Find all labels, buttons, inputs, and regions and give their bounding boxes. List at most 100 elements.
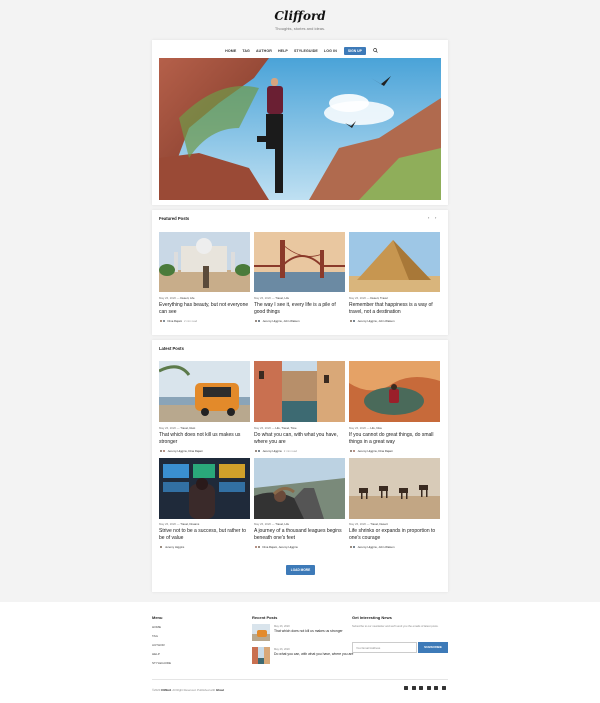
author-name[interactable]: Jeremy Higgins, John Watson	[358, 545, 395, 549]
footer-menu-author[interactable]: AUTHOR	[152, 643, 165, 647]
featured-title: Featured Posts	[159, 216, 190, 221]
latest-post-4-image[interactable]	[159, 458, 250, 519]
post-category[interactable]: Travel, Life	[275, 522, 289, 526]
copyright-ghost-link[interactable]: Ghost	[216, 688, 224, 692]
load-more-button[interactable]: LOAD MORE	[286, 565, 315, 575]
author-name[interactable]: Jeremy Higgins, John Watson	[358, 319, 395, 323]
avatar	[254, 319, 261, 323]
footer-menu-tag[interactable]: TAG	[152, 634, 158, 638]
avatar	[254, 545, 261, 549]
featured-prev-icon[interactable]: ‹	[428, 215, 429, 220]
footer-recent-1-image[interactable]	[252, 624, 270, 641]
latest-post-3-image[interactable]	[349, 361, 440, 422]
pinterest-icon[interactable]	[426, 686, 431, 690]
footer-recent-2-title[interactable]: Do what you can, with what you have, whe…	[274, 652, 354, 657]
post-date: May 26, 2020	[349, 426, 366, 430]
avatar	[254, 449, 261, 453]
instagram-icon[interactable]	[419, 686, 424, 690]
nav-help[interactable]: HELP	[278, 49, 288, 53]
avatar	[159, 449, 166, 453]
footer-menu-title: Menu	[152, 615, 163, 620]
latest-post-2-image[interactable]	[254, 361, 345, 422]
latest-post-3-meta: May 26, 2020 — Life, Nice	[349, 426, 382, 430]
latest-post-2-title[interactable]: Do what you can, with what you have, whe…	[254, 432, 346, 447]
post-category[interactable]: Life, Travel, Time	[275, 426, 296, 430]
author-name[interactable]: Jeremy Higgins	[165, 545, 184, 549]
post-category[interactable]: Travel, Life	[275, 296, 289, 300]
facebook-icon[interactable]	[411, 686, 416, 690]
footer-news-title: Get Interesting News	[352, 615, 392, 620]
search-icon[interactable]	[373, 48, 378, 53]
footer-recent-2-image[interactable]	[252, 647, 270, 664]
post-category[interactable]: Travel, Desert	[370, 522, 387, 526]
latest-post-5-image[interactable]	[254, 458, 345, 519]
latest-post-6-title[interactable]: Life shrinks or expands in proportion to…	[349, 528, 441, 543]
featured-post-3-title[interactable]: Remember that happiness is a way of trav…	[349, 302, 441, 317]
author-name[interactable]: Jeremy Higgins, Dina Rajani	[358, 449, 393, 453]
latest-post-1-title[interactable]: That which does not kill us makes us str…	[159, 432, 251, 447]
post-category[interactable]: Travel, Rest	[180, 426, 195, 430]
signup-button[interactable]: SIGN UP	[343, 46, 366, 55]
post-date: May 26, 2020	[159, 296, 176, 300]
footer-news-text: Subscribe to our newsletter and we'll se…	[352, 625, 439, 628]
featured-post-3-author: Jeremy Higgins, John Watson	[349, 319, 397, 323]
latest-post-4-title[interactable]: Strive not to be a success, but rather t…	[159, 528, 251, 543]
post-date: May 26, 2020	[349, 296, 366, 300]
subscribe-button[interactable]: SUBSCRIBE	[418, 642, 448, 653]
nav-author[interactable]: AUTHOR	[256, 49, 272, 53]
nav-tag[interactable]: TAG	[242, 49, 250, 53]
post-date: May 26, 2020	[159, 522, 176, 526]
copyright-text: ©2020 Clifford. All Right Reserved. Publ…	[152, 688, 224, 692]
copyright-brand[interactable]: Clifford	[161, 688, 171, 692]
newsletter-email-input[interactable]: Your Email Address	[352, 642, 417, 653]
post-category[interactable]: Desert, Travel	[370, 296, 387, 300]
footer-menu-home[interactable]: HOME	[152, 625, 161, 629]
author-name[interactable]: Dina Rajani	[168, 319, 182, 323]
post-category[interactable]: Life, Nice	[370, 426, 382, 430]
footer-recent-1-title[interactable]: That which does not kill us makes us str…	[274, 629, 354, 634]
post-category[interactable]: Desert, Life	[180, 296, 194, 300]
read-time: 2 min read	[183, 319, 198, 323]
post-date: May 26, 2020	[254, 426, 271, 430]
github-icon[interactable]	[434, 686, 439, 690]
nav-home[interactable]: HOME	[225, 49, 236, 53]
featured-post-3-image[interactable]	[349, 232, 440, 292]
featured-post-2-image[interactable]	[254, 232, 345, 292]
featured-post-2-title[interactable]: The way I see it, every life is a pile o…	[254, 302, 346, 317]
featured-post-1-title[interactable]: Everything has beauty, but not everyone …	[159, 302, 251, 317]
hero-image[interactable]	[159, 58, 441, 200]
avatar	[349, 449, 356, 453]
footer-menu-styleguide[interactable]: STYLEGUIDE	[152, 661, 171, 665]
author-name[interactable]: Jeremy Higgins	[263, 449, 282, 453]
author-name[interactable]: Dina Rajani, Jeremy Higgins	[263, 545, 298, 549]
latest-post-4-author: Jeremy Higgins	[159, 545, 186, 549]
youtube-icon[interactable]	[441, 686, 446, 690]
main-nav: HOME TAG AUTHOR HELP STYLEGUIDE LOG IN S…	[152, 44, 448, 57]
featured-post-2-author: Jeremy Higgins, John Watson	[254, 319, 302, 323]
latest-title: Latest Posts	[159, 346, 184, 351]
copyright-suffix: . All Right Reserved. Published with	[171, 688, 216, 692]
featured-post-2-meta: May 26, 2020 — Travel, Life	[254, 296, 289, 300]
post-category[interactable]: Travel, Dreams	[180, 522, 199, 526]
nav-styleguide[interactable]: STYLEGUIDE	[294, 49, 318, 53]
avatar	[159, 319, 166, 323]
author-name[interactable]: Jeremy Higgins, Dina Rajani	[168, 449, 203, 453]
latest-post-1-meta: May 26, 2020 — Travel, Rest	[159, 426, 196, 430]
latest-post-1-image[interactable]	[159, 361, 250, 422]
twitter-icon[interactable]	[404, 686, 408, 690]
latest-post-3-title[interactable]: If you cannot do great things, do small …	[349, 432, 441, 447]
latest-post-1-author: Jeremy Higgins, Dina Rajani	[159, 449, 205, 453]
nav-login[interactable]: LOG IN	[324, 49, 337, 53]
author-name[interactable]: Jeremy Higgins, John Watson	[263, 319, 300, 323]
latest-post-6-image[interactable]	[349, 458, 440, 519]
featured-next-icon[interactable]: ›	[435, 215, 436, 220]
avatar	[349, 319, 356, 323]
featured-post-1-image[interactable]	[159, 232, 250, 292]
footer-menu-help[interactable]: HELP	[152, 652, 160, 656]
featured-post-1-author: Dina Rajani 2 min read	[159, 319, 197, 323]
site-logo[interactable]: Clifford	[0, 9, 600, 23]
latest-post-5-title[interactable]: A journey of a thousand leagues begins b…	[254, 528, 346, 543]
post-date: May 26, 2020	[349, 522, 366, 526]
avatar	[349, 545, 356, 549]
featured-post-3-meta: May 26, 2020 — Desert, Travel	[349, 296, 388, 300]
